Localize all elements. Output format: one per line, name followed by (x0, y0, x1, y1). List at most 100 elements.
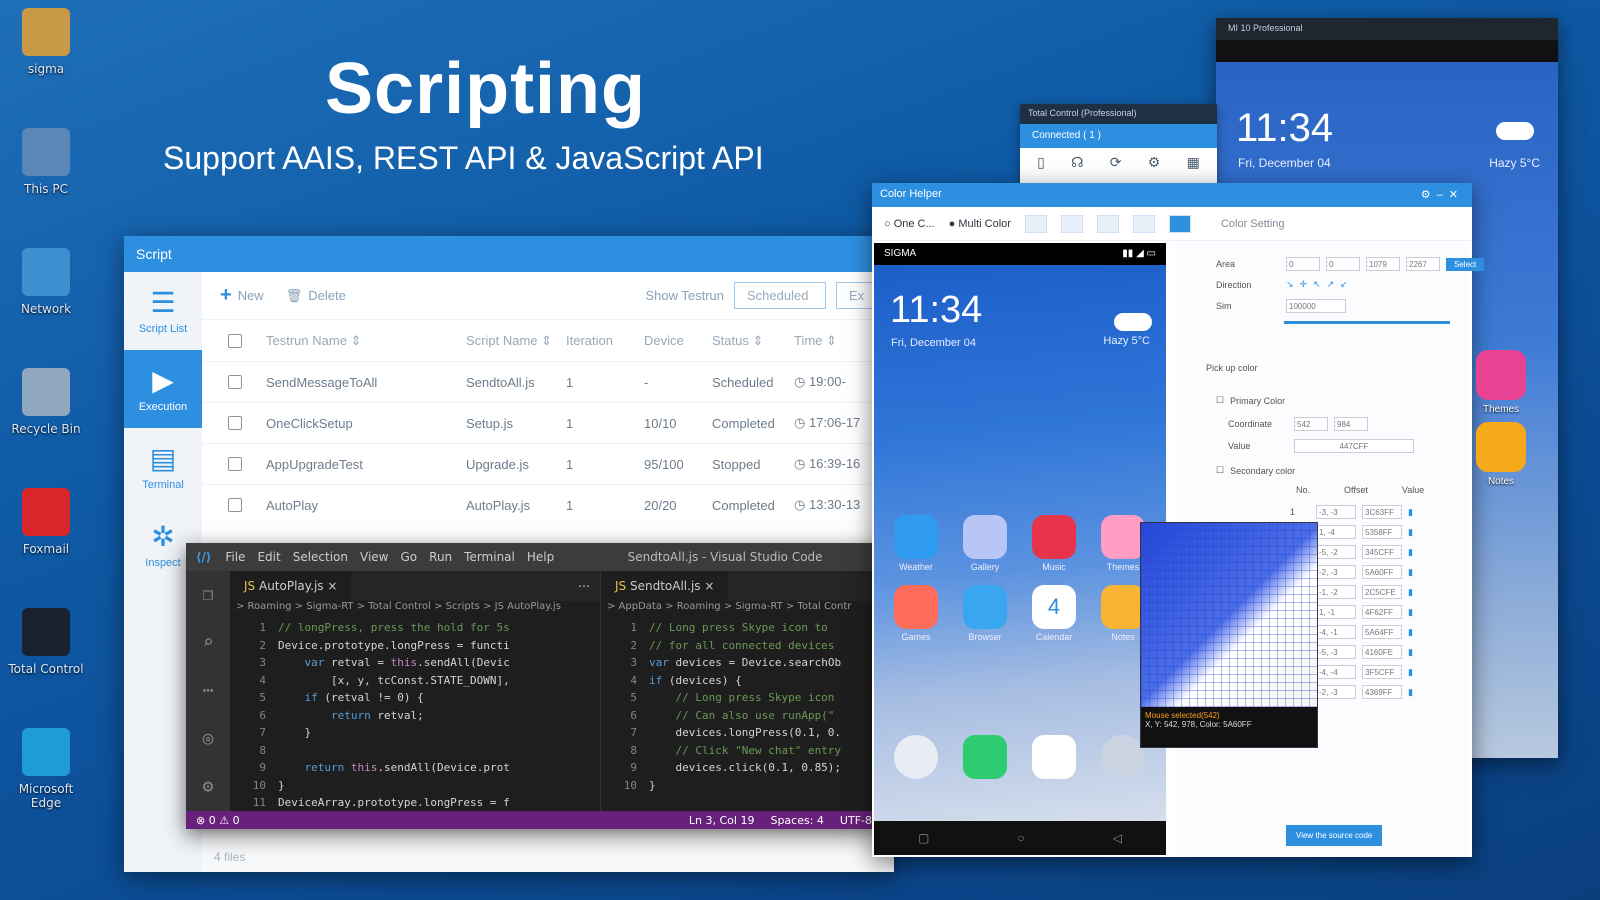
desktop-sigma[interactable]: sigma (8, 8, 84, 76)
desktop-edge[interactable]: Microsoft Edge (8, 728, 84, 810)
sec-offset[interactable] (1316, 585, 1356, 599)
menu-go[interactable]: Go (401, 550, 418, 564)
settings-icon[interactable]: ⚙ (186, 763, 230, 811)
menu-edit[interactable]: Edit (257, 550, 280, 564)
sidebar-item-execution[interactable]: ▶ Execution (124, 350, 202, 428)
menu-terminal[interactable]: Terminal (464, 550, 515, 564)
area-y2[interactable] (1406, 257, 1440, 271)
code-line[interactable]: 5 // Long press Skype icon (601, 689, 882, 707)
save-icon[interactable] (1024, 214, 1047, 233)
menu-view[interactable]: View (360, 550, 388, 564)
code-line[interactable]: 6 return retval; (230, 707, 600, 725)
code-line[interactable]: 2 // for all connected devices (601, 637, 882, 655)
desktop-foxmail[interactable]: Foxmail (8, 488, 84, 556)
app-notes[interactable]: Notes (1101, 585, 1145, 642)
app-weather[interactable]: Weather (894, 515, 938, 572)
select-all-checkbox[interactable] (228, 333, 242, 348)
code-line[interactable]: 9 return this.sendAll(Device.prot (230, 759, 600, 777)
one-color-radio[interactable]: ○ One C... (884, 218, 935, 230)
multi-color-radio[interactable]: ● Multi Color (949, 218, 1011, 230)
delete-button[interactable]: 🗑 Delete (286, 288, 346, 304)
color-helper-window[interactable]: Color Helper ⚙–✕ ○ One C... ● Multi Color… (872, 183, 1485, 857)
menu-help[interactable]: Help (527, 550, 554, 564)
code-line[interactable]: 7 } (230, 724, 600, 742)
extra-select[interactable]: Ex (836, 282, 876, 309)
phone-app[interactable] (963, 735, 1007, 782)
view-source-button[interactable]: View the source code (1286, 825, 1383, 846)
code-line[interactable]: 2 Device.prototype.longPress = functi (230, 637, 600, 655)
device-screen[interactable]: SIGMA ▮▮ ◢ ▭ 11:34 Fri, December 04 Hazy … (874, 243, 1166, 855)
grid-view-icon[interactable] (1168, 214, 1191, 233)
sec-offset[interactable] (1316, 565, 1356, 579)
disk-icon[interactable] (1096, 214, 1119, 233)
testrun-filter-select[interactable]: Scheduled (734, 282, 826, 309)
coord-x[interactable] (1294, 417, 1328, 431)
delete-row-icon[interactable]: ▮ (1408, 607, 1413, 618)
more-actions-icon[interactable]: ⋯ (578, 579, 600, 593)
code-line[interactable]: 10} (601, 777, 882, 795)
cursor-position[interactable]: Ln 3, Col 19 (689, 814, 755, 827)
editor-left[interactable]: JS AutoPlay.js × ⋯ > Roaming > Sigma-RT >… (230, 571, 600, 811)
column-header[interactable]: Time ⇕ (794, 333, 874, 349)
sec-offset[interactable] (1316, 505, 1356, 519)
recents-icon[interactable]: ▢ (918, 831, 929, 845)
row-checkbox[interactable] (228, 457, 242, 471)
sidebar-item-terminal[interactable]: ▤ Terminal (124, 428, 202, 506)
indentation[interactable]: Spaces: 4 (770, 814, 823, 827)
row-checkbox[interactable] (228, 498, 242, 512)
area-x2[interactable] (1366, 257, 1400, 271)
desktop-network[interactable]: Network (8, 248, 84, 316)
editor-right[interactable]: JS SendtoAll.js × > AppData > Roaming > … (600, 571, 882, 811)
android-app[interactable] (1032, 735, 1076, 782)
app-gallery[interactable]: Gallery (963, 515, 1007, 572)
code-line[interactable]: 4 if (devices) { (601, 672, 882, 690)
open-icon[interactable] (1060, 214, 1083, 233)
sec-value[interactable] (1362, 605, 1402, 619)
delete-row-icon[interactable]: ▮ (1408, 547, 1413, 558)
sec-value[interactable] (1362, 565, 1402, 579)
code-line[interactable]: 3 var retval = this.sendAll(Devic (230, 654, 600, 672)
tab-sendtoall[interactable]: JS SendtoAll.js × (601, 571, 729, 601)
chrome-app[interactable] (1101, 735, 1145, 782)
sec-value[interactable] (1362, 545, 1402, 559)
menu-selection[interactable]: Selection (293, 550, 348, 564)
sec-offset[interactable] (1316, 525, 1356, 539)
files-icon[interactable]: ❐ (186, 571, 230, 619)
column-header[interactable]: Device (644, 333, 712, 348)
grid-icon[interactable]: ▦ (1187, 154, 1200, 171)
app-themes[interactable]: Themes (1101, 515, 1145, 572)
app-games[interactable]: Games (894, 585, 938, 642)
table-row[interactable]: SendMessageToAll SendtoAll.js 1 - Scheduled ◷… (202, 361, 894, 402)
new-button[interactable]: + New (220, 284, 264, 307)
app-browser[interactable]: Browser (963, 585, 1007, 642)
total-control-window[interactable]: Total Control (Professional) Connected (… (1020, 104, 1217, 184)
code-line[interactable]: 11 DeviceArray.prototype.longPress = f (230, 794, 600, 811)
delete-row-icon[interactable]: ▮ (1408, 587, 1413, 598)
area-x1[interactable] (1286, 257, 1320, 271)
code-line[interactable]: 1 // longPress, press the hold for 5s (230, 619, 600, 637)
gear-icon[interactable]: ⚙ (1148, 154, 1161, 171)
app-music[interactable]: Music (1032, 515, 1076, 572)
themes-app[interactable]: Themes (1476, 350, 1526, 415)
area-y1[interactable] (1326, 257, 1360, 271)
code-line[interactable]: 9 devices.click(0.1, 0.85); (601, 759, 882, 777)
delete-row-icon[interactable]: ▮ (1408, 647, 1413, 658)
code-line[interactable]: 1 // Long press Skype icon to (601, 619, 882, 637)
sec-value[interactable] (1362, 505, 1402, 519)
headset-icon[interactable]: ☊ (1071, 154, 1083, 171)
sec-value[interactable] (1362, 645, 1402, 659)
back-icon[interactable]: ◁ (1113, 831, 1122, 845)
code-line[interactable]: 8 (230, 742, 600, 760)
search-icon[interactable]: ⌕ (186, 619, 230, 667)
sec-offset[interactable] (1316, 605, 1356, 619)
sec-value[interactable] (1362, 665, 1402, 679)
sec-offset[interactable] (1316, 625, 1356, 639)
select-area-button[interactable]: Select (1446, 257, 1485, 271)
sec-offset[interactable] (1316, 645, 1356, 659)
chart-icon[interactable] (1132, 214, 1155, 233)
refresh-icon[interactable]: ⟳ (1110, 154, 1122, 171)
code-line[interactable]: 6 // Can also use runApp(" (601, 707, 882, 725)
sec-value[interactable] (1362, 625, 1402, 639)
checkbox[interactable]: ☐ (1216, 465, 1224, 476)
delete-row-icon[interactable]: ▮ (1408, 687, 1413, 698)
